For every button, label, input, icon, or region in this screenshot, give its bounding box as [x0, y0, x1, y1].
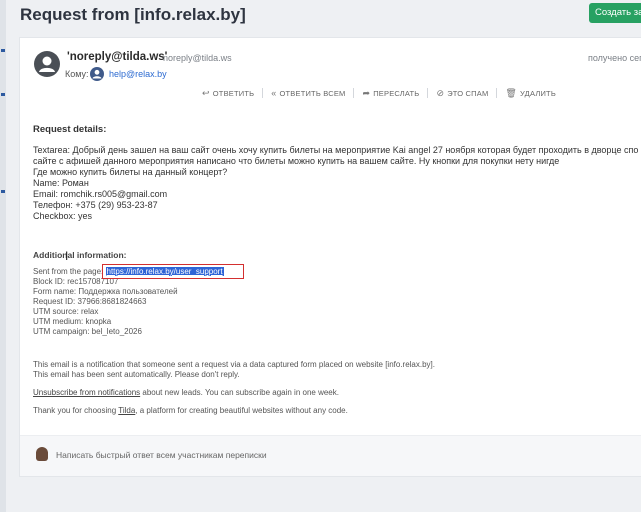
sender-name[interactable]: 'noreply@tilda.ws'	[67, 51, 167, 63]
divider	[496, 88, 498, 98]
divider	[353, 88, 355, 98]
body-line: Где можно купить билеты на данный концер…	[33, 167, 228, 177]
additional-info-heading: Additional information:	[33, 250, 127, 260]
quick-reply-bar[interactable]: Написать быстрый ответ всем участникам п…	[20, 435, 641, 476]
notice-line: This email has been sent automatically. …	[33, 370, 240, 379]
spam-button[interactable]: ⊘ ЭТО СПАМ	[436, 88, 488, 99]
body-line: Checkbox: yes	[33, 211, 93, 221]
edge-marker	[1, 93, 5, 96]
text-cursor-icon: Ι	[65, 249, 69, 263]
divider	[262, 88, 264, 98]
body-line: Textarea: Добрый день зашел на ваш сайт …	[33, 145, 639, 155]
user-icon	[92, 69, 102, 79]
user-avatar	[36, 447, 48, 461]
reply-button[interactable]: ↩ ОТВЕТИТЬ	[202, 88, 254, 99]
recipient-avatar	[90, 67, 104, 81]
received-date: получено сего	[588, 53, 641, 63]
reply-all-button[interactable]: « ОТВЕТИТЬ ВСЕМ	[271, 88, 345, 98]
request-details-heading: Request details:	[33, 124, 107, 135]
body-line: Name: Роман	[33, 178, 89, 188]
user-icon	[39, 56, 55, 72]
divider	[427, 88, 429, 98]
message-card: 'noreply@tilda.ws' noreply@tilda.ws полу…	[19, 37, 641, 477]
sender-email: noreply@tilda.ws	[163, 53, 232, 63]
meta-line: UTM campaign: bel_leto_2026	[33, 327, 142, 336]
to-label: Кому:	[65, 69, 89, 79]
sender-avatar	[34, 51, 60, 77]
page-title: Request from [info.relax.by]	[20, 5, 246, 24]
create-task-button[interactable]: Создать зада	[589, 3, 641, 23]
sent-from-label: Sent from the page:	[33, 267, 104, 276]
reply-icon: ↩	[202, 87, 210, 98]
left-edge-strip	[0, 0, 6, 512]
tilda-link[interactable]: Tilda	[118, 406, 135, 415]
body-line: Email: romchik.rs005@gmail.com	[33, 189, 168, 199]
forward-icon: ➦	[362, 87, 371, 98]
edge-marker	[1, 190, 5, 193]
unsubscribe-link[interactable]: Unsubscribe from notifications	[33, 388, 140, 397]
trash-icon: 🗑	[505, 87, 518, 98]
body-line: сайте с афишей данного мероприятия напис…	[33, 156, 560, 166]
delete-button[interactable]: 🗑 УДАЛИТЬ	[505, 88, 556, 99]
block-icon: ⊘	[436, 87, 445, 98]
highlight-box	[102, 264, 244, 279]
body-line: Телефон: +375 (29) 953-23-87	[33, 200, 158, 210]
quick-reply-placeholder[interactable]: Написать быстрый ответ всем участникам п…	[56, 450, 267, 460]
thanks-row: Thank you for choosing Tilda, a platform…	[33, 406, 348, 415]
message-actions-toolbar: ↩ ОТВЕТИТЬ « ОТВЕТИТЬ ВСЕМ ➦ ПЕРЕСЛАТЬ ⊘…	[202, 86, 556, 100]
reply-all-icon: «	[271, 88, 277, 98]
unsubscribe-row: Unsubscribe from notifications about new…	[33, 388, 339, 397]
recipient-address[interactable]: help@relax.by	[109, 69, 167, 79]
forward-button[interactable]: ➦ ПЕРЕСЛАТЬ	[362, 88, 419, 99]
edge-marker	[1, 49, 5, 52]
